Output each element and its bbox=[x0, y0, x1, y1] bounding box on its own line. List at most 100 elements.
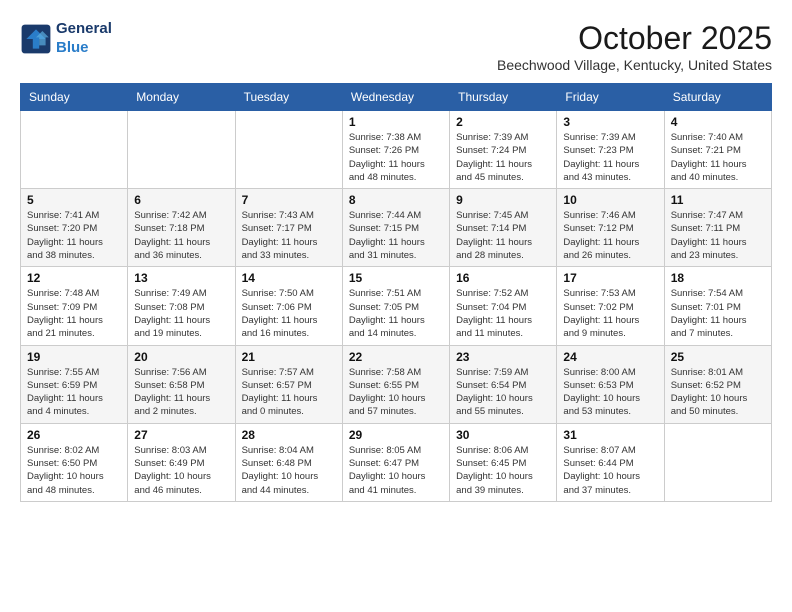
day-info: Sunrise: 8:06 AM Sunset: 6:45 PM Dayligh… bbox=[456, 444, 550, 497]
day-info: Sunrise: 7:43 AM Sunset: 7:17 PM Dayligh… bbox=[242, 209, 336, 262]
month-title: October 2025 bbox=[497, 20, 772, 57]
day-number: 20 bbox=[134, 350, 228, 364]
day-number: 11 bbox=[671, 193, 765, 207]
day-number: 14 bbox=[242, 271, 336, 285]
day-info: Sunrise: 7:39 AM Sunset: 7:23 PM Dayligh… bbox=[563, 131, 657, 184]
day-info: Sunrise: 7:59 AM Sunset: 6:54 PM Dayligh… bbox=[456, 366, 550, 419]
day-info: Sunrise: 7:40 AM Sunset: 7:21 PM Dayligh… bbox=[671, 131, 765, 184]
day-info: Sunrise: 8:00 AM Sunset: 6:53 PM Dayligh… bbox=[563, 366, 657, 419]
calendar-cell: 21 Sunrise: 7:57 AM Sunset: 6:57 PM Dayli… bbox=[235, 345, 342, 423]
day-info: Sunrise: 7:45 AM Sunset: 7:14 PM Dayligh… bbox=[456, 209, 550, 262]
day-number: 28 bbox=[242, 428, 336, 442]
logo: General Blue bbox=[20, 20, 112, 57]
day-info: Sunrise: 7:57 AM Sunset: 6:57 PM Dayligh… bbox=[242, 366, 336, 419]
day-info: Sunrise: 7:48 AM Sunset: 7:09 PM Dayligh… bbox=[27, 287, 121, 340]
day-info: Sunrise: 8:05 AM Sunset: 6:47 PM Dayligh… bbox=[349, 444, 443, 497]
calendar-cell: 5Sunrise: 7:41 AM Sunset: 7:20 PM Daylig… bbox=[21, 189, 128, 267]
day-info: Sunrise: 7:41 AM Sunset: 7:20 PM Dayligh… bbox=[27, 209, 121, 262]
calendar-cell: 4 Sunrise: 7:40 AM Sunset: 7:21 PM Daylig… bbox=[664, 111, 771, 189]
calendar-cell bbox=[664, 423, 771, 501]
day-number: 27 bbox=[134, 428, 228, 442]
day-number: 15 bbox=[349, 271, 443, 285]
day-info: Sunrise: 7:55 AM Sunset: 6:59 PM Dayligh… bbox=[27, 366, 121, 419]
calendar-cell: 31 Sunrise: 8:07 AM Sunset: 6:44 PM Dayli… bbox=[557, 423, 664, 501]
day-number: 24 bbox=[563, 350, 657, 364]
calendar-cell: 8 Sunrise: 7:44 AM Sunset: 7:15 PM Daylig… bbox=[342, 189, 449, 267]
calendar-cell: 23 Sunrise: 7:59 AM Sunset: 6:54 PM Dayli… bbox=[450, 345, 557, 423]
day-number: 9 bbox=[456, 193, 550, 207]
day-info: Sunrise: 8:02 AM Sunset: 6:50 PM Dayligh… bbox=[27, 444, 121, 497]
day-number: 13 bbox=[134, 271, 228, 285]
weekday-header-sunday: Sunday bbox=[21, 84, 128, 111]
day-number: 12 bbox=[27, 271, 121, 285]
weekday-header-thursday: Thursday bbox=[450, 84, 557, 111]
day-number: 26 bbox=[27, 428, 121, 442]
calendar-cell: 16 Sunrise: 7:52 AM Sunset: 7:04 PM Dayli… bbox=[450, 267, 557, 345]
day-number: 18 bbox=[671, 271, 765, 285]
day-number: 6 bbox=[134, 193, 228, 207]
logo-blue: Blue bbox=[56, 39, 89, 56]
day-info: Sunrise: 8:07 AM Sunset: 6:44 PM Dayligh… bbox=[563, 444, 657, 497]
calendar-table: SundayMondayTuesdayWednesdayThursdayFrid… bbox=[20, 83, 772, 502]
day-number: 19 bbox=[27, 350, 121, 364]
weekday-header-row: SundayMondayTuesdayWednesdayThursdayFrid… bbox=[21, 84, 772, 111]
day-number: 23 bbox=[456, 350, 550, 364]
day-info: Sunrise: 7:58 AM Sunset: 6:55 PM Dayligh… bbox=[349, 366, 443, 419]
calendar-cell: 24 Sunrise: 8:00 AM Sunset: 6:53 PM Dayli… bbox=[557, 345, 664, 423]
calendar-cell: 30Sunrise: 8:06 AM Sunset: 6:45 PM Dayli… bbox=[450, 423, 557, 501]
calendar-cell: 6 Sunrise: 7:42 AM Sunset: 7:18 PM Daylig… bbox=[128, 189, 235, 267]
day-info: Sunrise: 7:53 AM Sunset: 7:02 PM Dayligh… bbox=[563, 287, 657, 340]
day-info: Sunrise: 7:52 AM Sunset: 7:04 PM Dayligh… bbox=[456, 287, 550, 340]
weekday-header-wednesday: Wednesday bbox=[342, 84, 449, 111]
calendar-cell: 25Sunrise: 8:01 AM Sunset: 6:52 PM Dayli… bbox=[664, 345, 771, 423]
calendar-cell: 3 Sunrise: 7:39 AM Sunset: 7:23 PM Daylig… bbox=[557, 111, 664, 189]
day-number: 4 bbox=[671, 115, 765, 129]
weekday-header-tuesday: Tuesday bbox=[235, 84, 342, 111]
day-info: Sunrise: 7:38 AM Sunset: 7:26 PM Dayligh… bbox=[349, 131, 443, 184]
calendar-cell: 28 Sunrise: 8:04 AM Sunset: 6:48 PM Dayli… bbox=[235, 423, 342, 501]
day-info: Sunrise: 7:44 AM Sunset: 7:15 PM Dayligh… bbox=[349, 209, 443, 262]
day-number: 3 bbox=[563, 115, 657, 129]
calendar-cell: 10 Sunrise: 7:46 AM Sunset: 7:12 PM Dayli… bbox=[557, 189, 664, 267]
weekday-header-friday: Friday bbox=[557, 84, 664, 111]
day-info: Sunrise: 7:50 AM Sunset: 7:06 PM Dayligh… bbox=[242, 287, 336, 340]
week-row-1: 1 Sunrise: 7:38 AM Sunset: 7:26 PM Daylig… bbox=[21, 111, 772, 189]
calendar-cell: 1 Sunrise: 7:38 AM Sunset: 7:26 PM Daylig… bbox=[342, 111, 449, 189]
calendar-cell: 9 Sunrise: 7:45 AM Sunset: 7:14 PM Daylig… bbox=[450, 189, 557, 267]
week-row-3: 12 Sunrise: 7:48 AM Sunset: 7:09 PM Dayli… bbox=[21, 267, 772, 345]
day-number: 31 bbox=[563, 428, 657, 442]
day-info: Sunrise: 7:51 AM Sunset: 7:05 PM Dayligh… bbox=[349, 287, 443, 340]
day-info: Sunrise: 7:46 AM Sunset: 7:12 PM Dayligh… bbox=[563, 209, 657, 262]
day-number: 22 bbox=[349, 350, 443, 364]
day-number: 2 bbox=[456, 115, 550, 129]
day-number: 25 bbox=[671, 350, 765, 364]
logo-general: General bbox=[56, 20, 112, 38]
day-info: Sunrise: 8:03 AM Sunset: 6:49 PM Dayligh… bbox=[134, 444, 228, 497]
calendar-cell: 11Sunrise: 7:47 AM Sunset: 7:11 PM Dayli… bbox=[664, 189, 771, 267]
location-title: Beechwood Village, Kentucky, United Stat… bbox=[497, 57, 772, 73]
calendar-cell: 20Sunrise: 7:56 AM Sunset: 6:58 PM Dayli… bbox=[128, 345, 235, 423]
logo-icon bbox=[20, 23, 52, 55]
weekday-header-monday: Monday bbox=[128, 84, 235, 111]
calendar-cell bbox=[128, 111, 235, 189]
calendar-cell: 22 Sunrise: 7:58 AM Sunset: 6:55 PM Dayli… bbox=[342, 345, 449, 423]
calendar-cell: 17Sunrise: 7:53 AM Sunset: 7:02 PM Dayli… bbox=[557, 267, 664, 345]
calendar-cell: 13 Sunrise: 7:49 AM Sunset: 7:08 PM Dayli… bbox=[128, 267, 235, 345]
week-row-4: 19 Sunrise: 7:55 AM Sunset: 6:59 PM Dayli… bbox=[21, 345, 772, 423]
day-number: 21 bbox=[242, 350, 336, 364]
day-number: 1 bbox=[349, 115, 443, 129]
day-number: 8 bbox=[349, 193, 443, 207]
day-info: Sunrise: 7:49 AM Sunset: 7:08 PM Dayligh… bbox=[134, 287, 228, 340]
calendar-cell: 18Sunrise: 7:54 AM Sunset: 7:01 PM Dayli… bbox=[664, 267, 771, 345]
week-row-2: 5Sunrise: 7:41 AM Sunset: 7:20 PM Daylig… bbox=[21, 189, 772, 267]
calendar-cell: 12 Sunrise: 7:48 AM Sunset: 7:09 PM Dayli… bbox=[21, 267, 128, 345]
day-info: Sunrise: 8:04 AM Sunset: 6:48 PM Dayligh… bbox=[242, 444, 336, 497]
calendar-cell: 19 Sunrise: 7:55 AM Sunset: 6:59 PM Dayli… bbox=[21, 345, 128, 423]
day-number: 10 bbox=[563, 193, 657, 207]
week-row-5: 26 Sunrise: 8:02 AM Sunset: 6:50 PM Dayli… bbox=[21, 423, 772, 501]
day-info: Sunrise: 7:42 AM Sunset: 7:18 PM Dayligh… bbox=[134, 209, 228, 262]
weekday-header-saturday: Saturday bbox=[664, 84, 771, 111]
calendar-cell: 29Sunrise: 8:05 AM Sunset: 6:47 PM Dayli… bbox=[342, 423, 449, 501]
calendar-cell bbox=[235, 111, 342, 189]
day-number: 16 bbox=[456, 271, 550, 285]
